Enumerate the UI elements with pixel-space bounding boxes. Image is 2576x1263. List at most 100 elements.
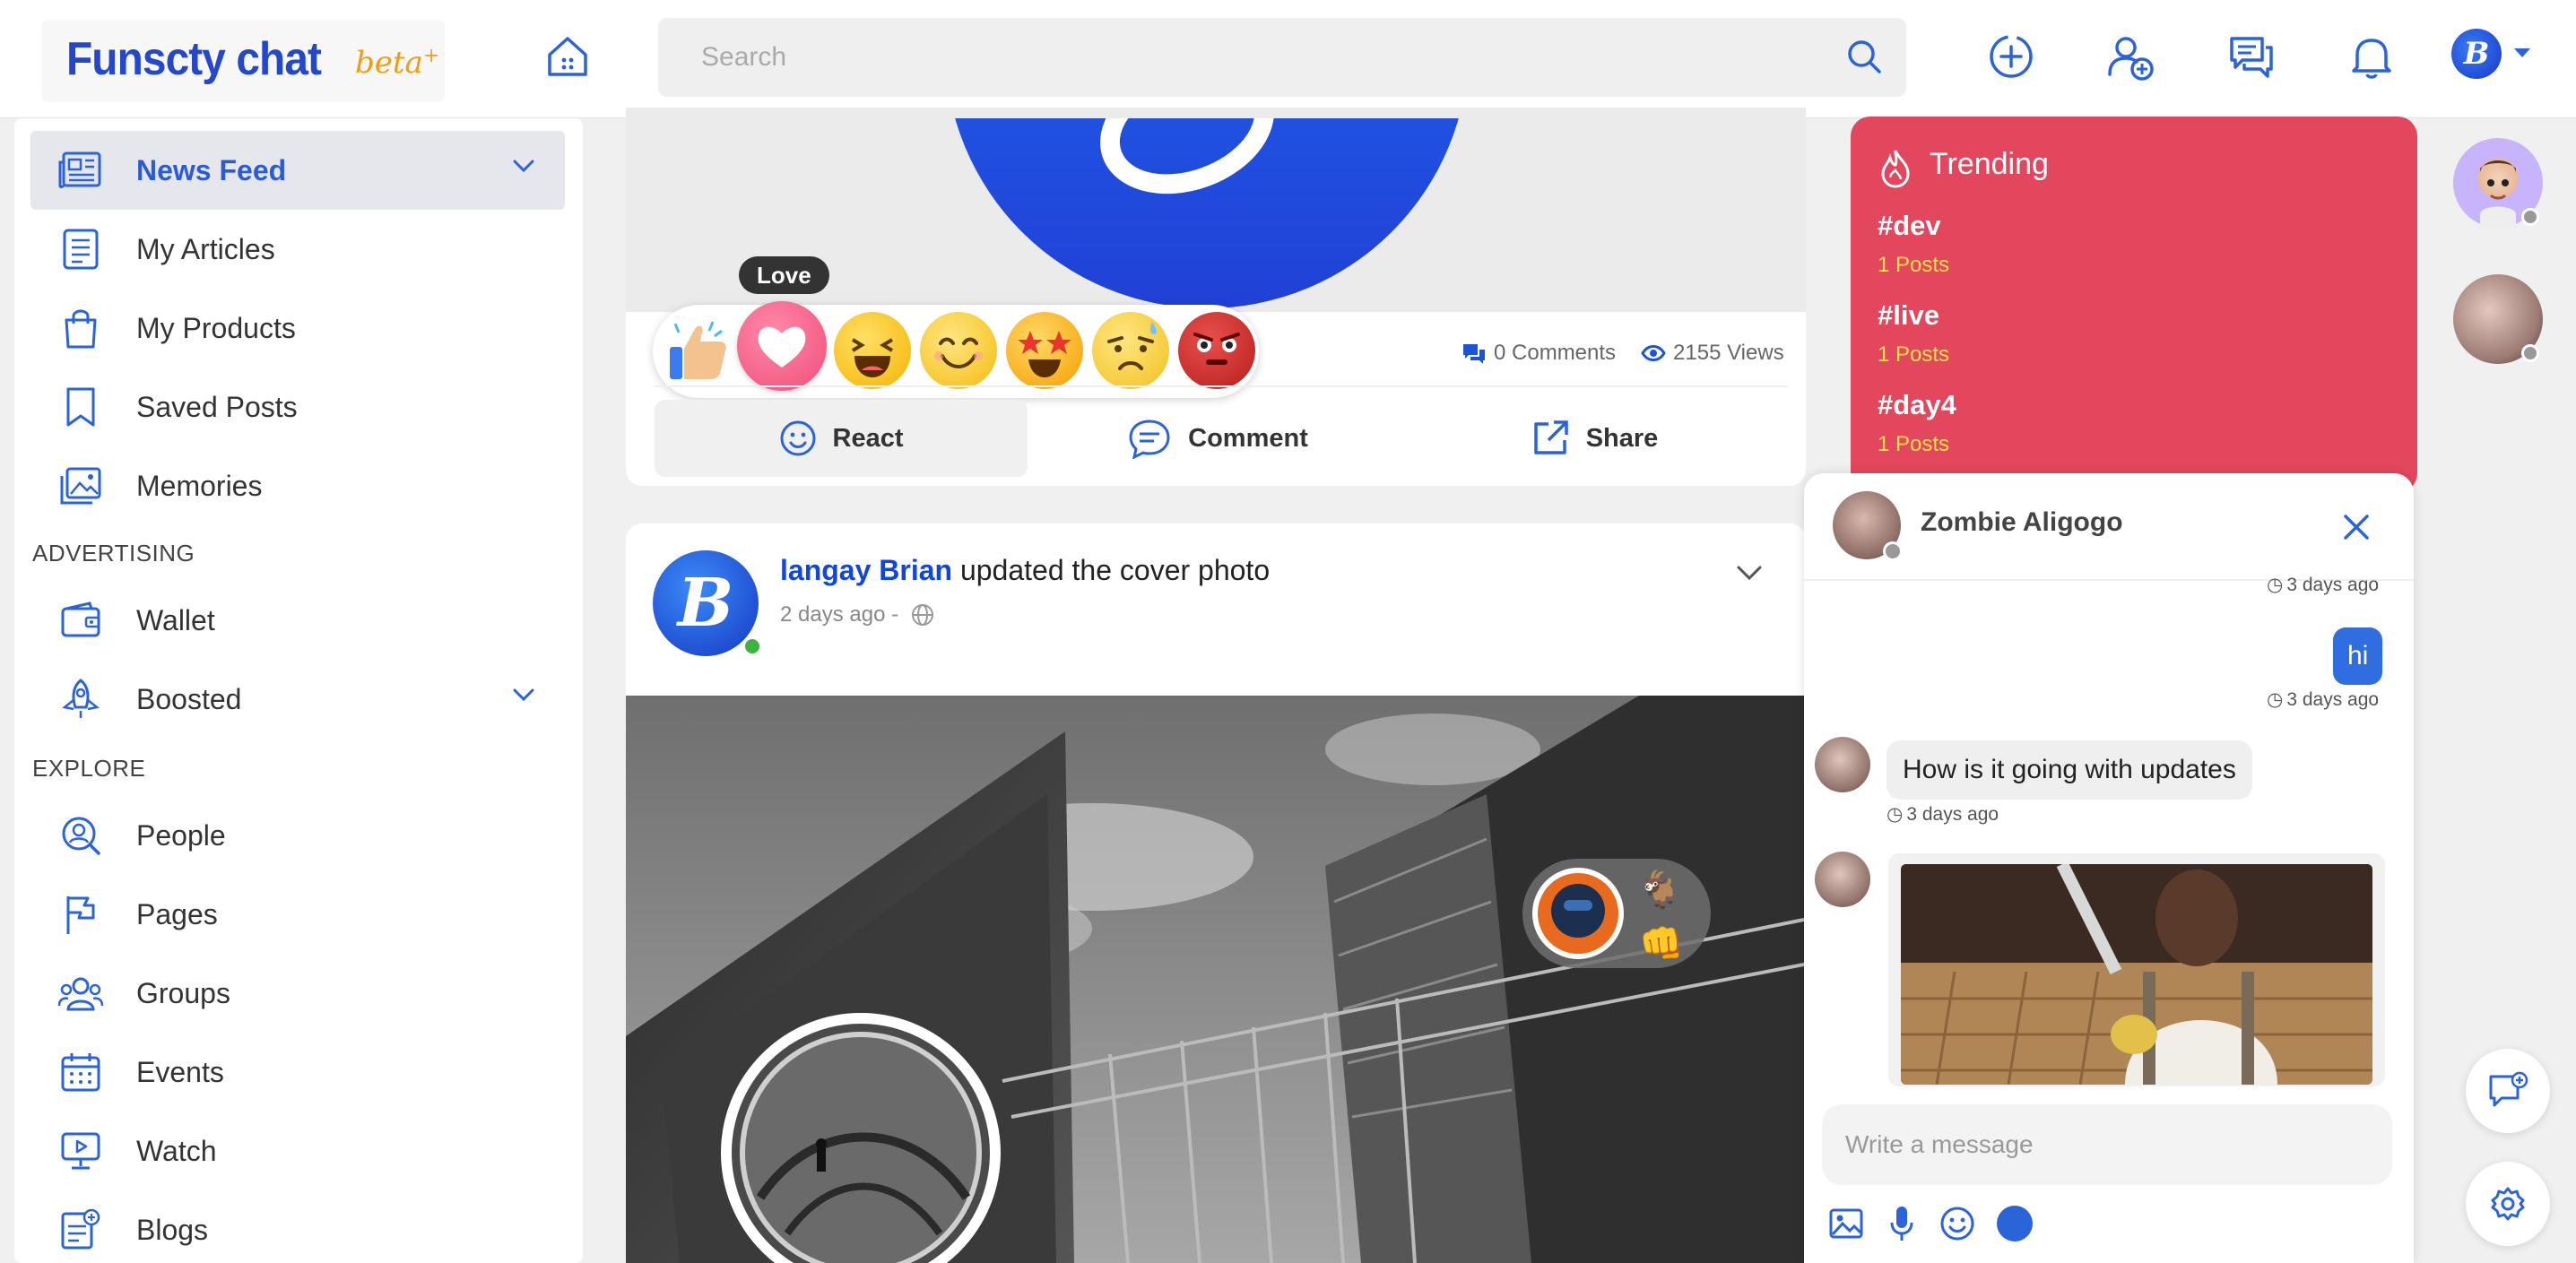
top-header: Funscty chat beta+ B	[0, 0, 2576, 118]
close-icon[interactable]	[2342, 513, 2371, 541]
logo[interactable]: Funscty chat beta+	[41, 20, 445, 102]
message-input[interactable]	[1822, 1104, 2392, 1185]
post-action-text: updated the cover photo	[959, 554, 1271, 586]
message-time: ◷ 3 days ago	[2267, 688, 2380, 711]
groups-icon	[57, 970, 104, 1016]
sidebar-item-label: Saved Posts	[136, 390, 298, 423]
comment-icon	[1127, 418, 1172, 459]
beta-badge: beta+	[355, 45, 440, 81]
post-author-avatar[interactable]: B	[653, 550, 759, 656]
cover-photo-image[interactable]: 🐐 👊	[626, 696, 1804, 1263]
trending-tag-count: 1 Posts	[1878, 253, 1950, 277]
sidebar-item-blogs[interactable]: Blogs	[30, 1190, 565, 1263]
love-reaction-icon[interactable]	[737, 301, 827, 391]
chat-header: Zombie Aligogo	[1804, 473, 2414, 581]
smile-reaction-icon[interactable]	[920, 312, 997, 389]
sidebar-item-label: News Feed	[136, 153, 287, 186]
sidebar-item-my-products[interactable]: My Products	[30, 289, 565, 368]
sad-reaction-icon[interactable]	[1092, 312, 1169, 389]
react-label: React	[832, 423, 904, 453]
article-icon	[57, 226, 104, 272]
sidebar-item-boosted[interactable]: Boosted	[30, 660, 565, 739]
sidebar-item-events[interactable]: Events	[30, 1033, 565, 1112]
color-swatch	[1997, 1206, 2033, 1241]
sidebar-item-groups[interactable]: Groups	[30, 954, 565, 1033]
comment-button[interactable]: Comment	[1031, 400, 1404, 477]
sidebar-item-label: People	[136, 818, 226, 852]
clock-icon: ◷	[1886, 804, 1904, 825]
message-bubble-sent: hi	[2333, 627, 2383, 685]
chat-contact-name[interactable]: Zombie Aligogo	[1921, 507, 2123, 538]
sidebar-item-label: Memories	[136, 469, 263, 502]
sidebar-item-wallet[interactable]: Wallet	[30, 581, 565, 660]
trending-tag[interactable]: #day4	[1878, 389, 1956, 421]
comment-label: Comment	[1188, 423, 1308, 453]
color-picker-button[interactable]	[1994, 1203, 2035, 1244]
user-avatar[interactable]: B	[2451, 29, 2502, 79]
rocket-icon	[57, 676, 104, 722]
bookmark-icon	[57, 384, 104, 430]
clock-icon: ◷	[2267, 575, 2284, 595]
offline-status-dot	[2521, 208, 2539, 226]
shopping-bag-icon	[57, 305, 104, 351]
angry-reaction-icon[interactable]	[1178, 312, 1255, 389]
search-icon[interactable]	[1845, 38, 1883, 75]
comments-count[interactable]: 0 Comments	[1461, 341, 1616, 366]
account-dropdown-caret-icon[interactable]	[2514, 48, 2530, 57]
share-button[interactable]: Share	[1408, 400, 1781, 477]
star-struck-reaction-icon[interactable]	[1006, 312, 1083, 389]
sidebar-item-my-articles[interactable]: My Articles	[30, 210, 565, 289]
message-time: ◷ 3 days ago	[2267, 574, 2380, 596]
trending-tag[interactable]: #dev	[1878, 210, 1941, 242]
sidebar-item-label: Blogs	[136, 1213, 209, 1246]
post-title: langay Brian updated the cover photo	[780, 554, 1270, 587]
bell-icon[interactable]	[2342, 27, 2401, 86]
video-icon	[57, 1128, 104, 1174]
post-time[interactable]: 2 days ago -	[780, 602, 898, 627]
trending-title: Trending	[1930, 147, 2049, 181]
sidebar-item-memories[interactable]: Memories	[30, 446, 565, 525]
haha-reaction-icon[interactable]	[834, 312, 911, 389]
image-upload-icon[interactable]	[1826, 1203, 1867, 1244]
sidebar-item-pages[interactable]: Pages	[30, 875, 565, 954]
react-button[interactable]: React	[655, 400, 1028, 477]
add-circle-icon[interactable]	[1982, 27, 2041, 86]
trending-tag-count: 1 Posts	[1878, 432, 1950, 456]
add-friend-icon[interactable]	[2102, 27, 2161, 86]
like-reaction-icon[interactable]	[660, 312, 737, 389]
sidebar-item-watch[interactable]: Watch	[30, 1112, 565, 1190]
reaction-tooltip: Love	[739, 256, 829, 294]
svg-text:🐐: 🐐	[1637, 869, 1682, 911]
section-title-advertising: ADVERTISING	[32, 540, 195, 567]
message-gif-image[interactable]	[1901, 864, 2372, 1085]
trending-tag-count: 1 Posts	[1878, 342, 1950, 367]
chat-settings-button[interactable]	[2466, 1162, 2550, 1246]
chat-message-avatar	[1815, 737, 1870, 792]
message-bubble-received: How is it going with updates	[1886, 740, 2252, 800]
sidebar-item-people[interactable]: People	[30, 796, 565, 875]
fire-icon	[1878, 147, 1913, 188]
sidebar-item-label: Groups	[136, 976, 230, 1009]
sidebar-item-label: Events	[136, 1055, 224, 1088]
post-options-chevron-icon[interactable]	[1736, 565, 1763, 581]
svg-text:👊: 👊	[1639, 923, 1684, 965]
microphone-icon[interactable]	[1881, 1203, 1922, 1244]
trending-panel: Trending #dev 1 Posts #live 1 Posts #day…	[1851, 117, 2417, 493]
share-label: Share	[1585, 423, 1659, 453]
views-count: 2155 Views	[1641, 341, 1784, 366]
trending-tag[interactable]: #live	[1878, 299, 1939, 332]
messages-icon[interactable]	[2222, 27, 2281, 86]
search-input[interactable]	[701, 18, 1777, 97]
sidebar-item-saved-posts[interactable]: Saved Posts	[30, 368, 565, 446]
eye-icon	[1641, 344, 1666, 362]
chevron-down-icon[interactable]	[513, 160, 534, 172]
new-chat-button[interactable]	[2466, 1049, 2550, 1133]
emoji-icon[interactable]	[1937, 1203, 1978, 1244]
chevron-down-icon[interactable]	[513, 688, 534, 701]
sidebar-item-news-feed[interactable]: News Feed	[30, 131, 565, 210]
post-author-link[interactable]: langay Brian	[780, 554, 952, 586]
profile-picture-image	[945, 118, 1469, 308]
blog-icon	[57, 1207, 104, 1253]
home-icon[interactable]	[538, 27, 597, 86]
globe-icon	[911, 603, 934, 627]
